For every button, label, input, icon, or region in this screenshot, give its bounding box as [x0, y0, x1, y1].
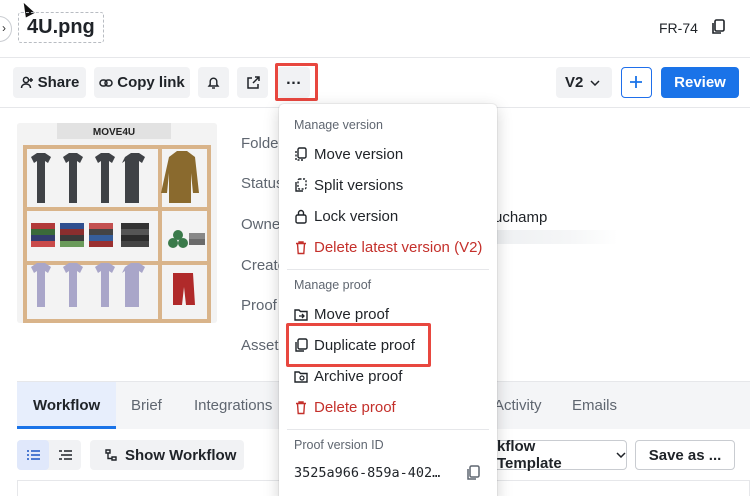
add-user-icon: [20, 76, 33, 89]
menu-item-move-proof[interactable]: Move proof: [294, 303, 389, 325]
copy-icon[interactable]: [711, 19, 725, 35]
menu-item-split-versions[interactable]: Split versions: [294, 174, 403, 196]
workflow-icon: [105, 449, 117, 461]
document-id: FR-74: [659, 20, 698, 36]
show-workflow-label: Show Workflow: [125, 446, 237, 464]
more-options-menu: Manage version Move version Split versio…: [279, 104, 497, 496]
show-workflow-button[interactable]: Show Workflow: [90, 440, 244, 470]
list-icon: [27, 450, 40, 460]
menu-section-version: Manage version: [294, 118, 383, 132]
menu-item-delete-proof[interactable]: Delete proof: [294, 396, 396, 418]
menu-item-label: Move version: [314, 145, 404, 163]
menu-item-label: Lock version: [314, 207, 399, 225]
move-version-icon: [295, 146, 307, 161]
menu-item-label: Delete latest version (V2): [314, 238, 483, 256]
archive-folder-icon: [294, 370, 308, 383]
link-icon: [99, 78, 113, 87]
owner-label: Owne: [241, 216, 281, 233]
menu-item-archive-proof[interactable]: Archive proof: [294, 365, 402, 387]
notifications-button[interactable]: [198, 67, 229, 98]
share-button[interactable]: Share: [13, 67, 86, 98]
copy-link-label: Copy link: [117, 74, 185, 91]
tab-integrations[interactable]: Integrations: [194, 397, 272, 414]
proof-version-id-value: 3525a966-859a-402…: [294, 465, 441, 481]
proof-thumbnail[interactable]: MOVE4U: [17, 123, 217, 323]
split-versions-icon: [295, 177, 307, 192]
copy-icon[interactable]: [466, 465, 480, 481]
more-options-highlight: [275, 63, 318, 101]
menu-item-label: Split versions: [314, 176, 404, 194]
tab-workflow-label[interactable]: Workflow: [33, 397, 100, 414]
tab-activity[interactable]: Activity: [494, 397, 542, 414]
version-label: V2: [565, 74, 584, 91]
menu-item-lock-version[interactable]: Lock version: [294, 205, 398, 227]
menu-divider: [287, 429, 489, 430]
folder-move-icon: [294, 308, 308, 321]
share-label: Share: [37, 74, 80, 91]
add-version-button[interactable]: [621, 67, 652, 98]
status-label: Status: [241, 175, 284, 192]
duplicate-proof-highlight: [286, 323, 431, 367]
owner-email-redacted: [494, 230, 618, 244]
header-divider: [0, 57, 750, 58]
menu-item-label: Move proof: [314, 305, 390, 323]
menu-divider: [287, 269, 489, 270]
brand-logo-text: MOVE4U: [93, 127, 135, 138]
chevron-down-icon: [590, 79, 600, 86]
workflow-template-select[interactable]: kflow Template: [478, 438, 627, 472]
menu-item-delete-latest-version[interactable]: Delete latest version (V2): [294, 236, 482, 258]
version-select[interactable]: V2: [556, 67, 612, 98]
plus-icon: [630, 76, 642, 88]
export-button[interactable]: [237, 67, 268, 98]
workflow-template-label: kflow Template: [497, 438, 562, 472]
tab-brief[interactable]: Brief: [131, 397, 162, 414]
tab-emails[interactable]: Emails: [572, 397, 617, 414]
lock-icon: [295, 209, 307, 224]
detail-list-icon: [59, 450, 72, 460]
proof-label: Proof: [241, 297, 277, 314]
save-as-button[interactable]: Save as ...: [635, 440, 735, 470]
file-name-title[interactable]: 4U.png: [18, 12, 104, 43]
detail-view-button[interactable]: [49, 440, 81, 470]
chevron-right-icon: ›: [2, 21, 6, 35]
asset-label: Asset: [241, 337, 279, 354]
owner-name-value: uchamp: [494, 209, 548, 226]
menu-item-move-version[interactable]: Move version: [294, 143, 403, 165]
trash-icon: [296, 400, 306, 414]
export-icon: [246, 75, 260, 89]
product-shelf-image: MOVE4U: [17, 123, 217, 323]
review-button[interactable]: Review: [661, 67, 739, 98]
menu-section-proof-version-id: Proof version ID: [294, 438, 384, 452]
trash-icon: [296, 240, 306, 254]
collapse-sidebar-button[interactable]: ›: [0, 16, 12, 42]
chevron-down-icon: [616, 452, 626, 458]
menu-item-label: Delete proof: [314, 398, 396, 416]
list-view-button[interactable]: [17, 440, 49, 470]
bell-icon: [207, 77, 220, 89]
menu-section-proof: Manage proof: [294, 278, 372, 292]
folder-label: Folde: [241, 135, 279, 152]
menu-item-label: Archive proof: [314, 367, 403, 385]
copy-link-button[interactable]: Copy link: [94, 67, 190, 98]
